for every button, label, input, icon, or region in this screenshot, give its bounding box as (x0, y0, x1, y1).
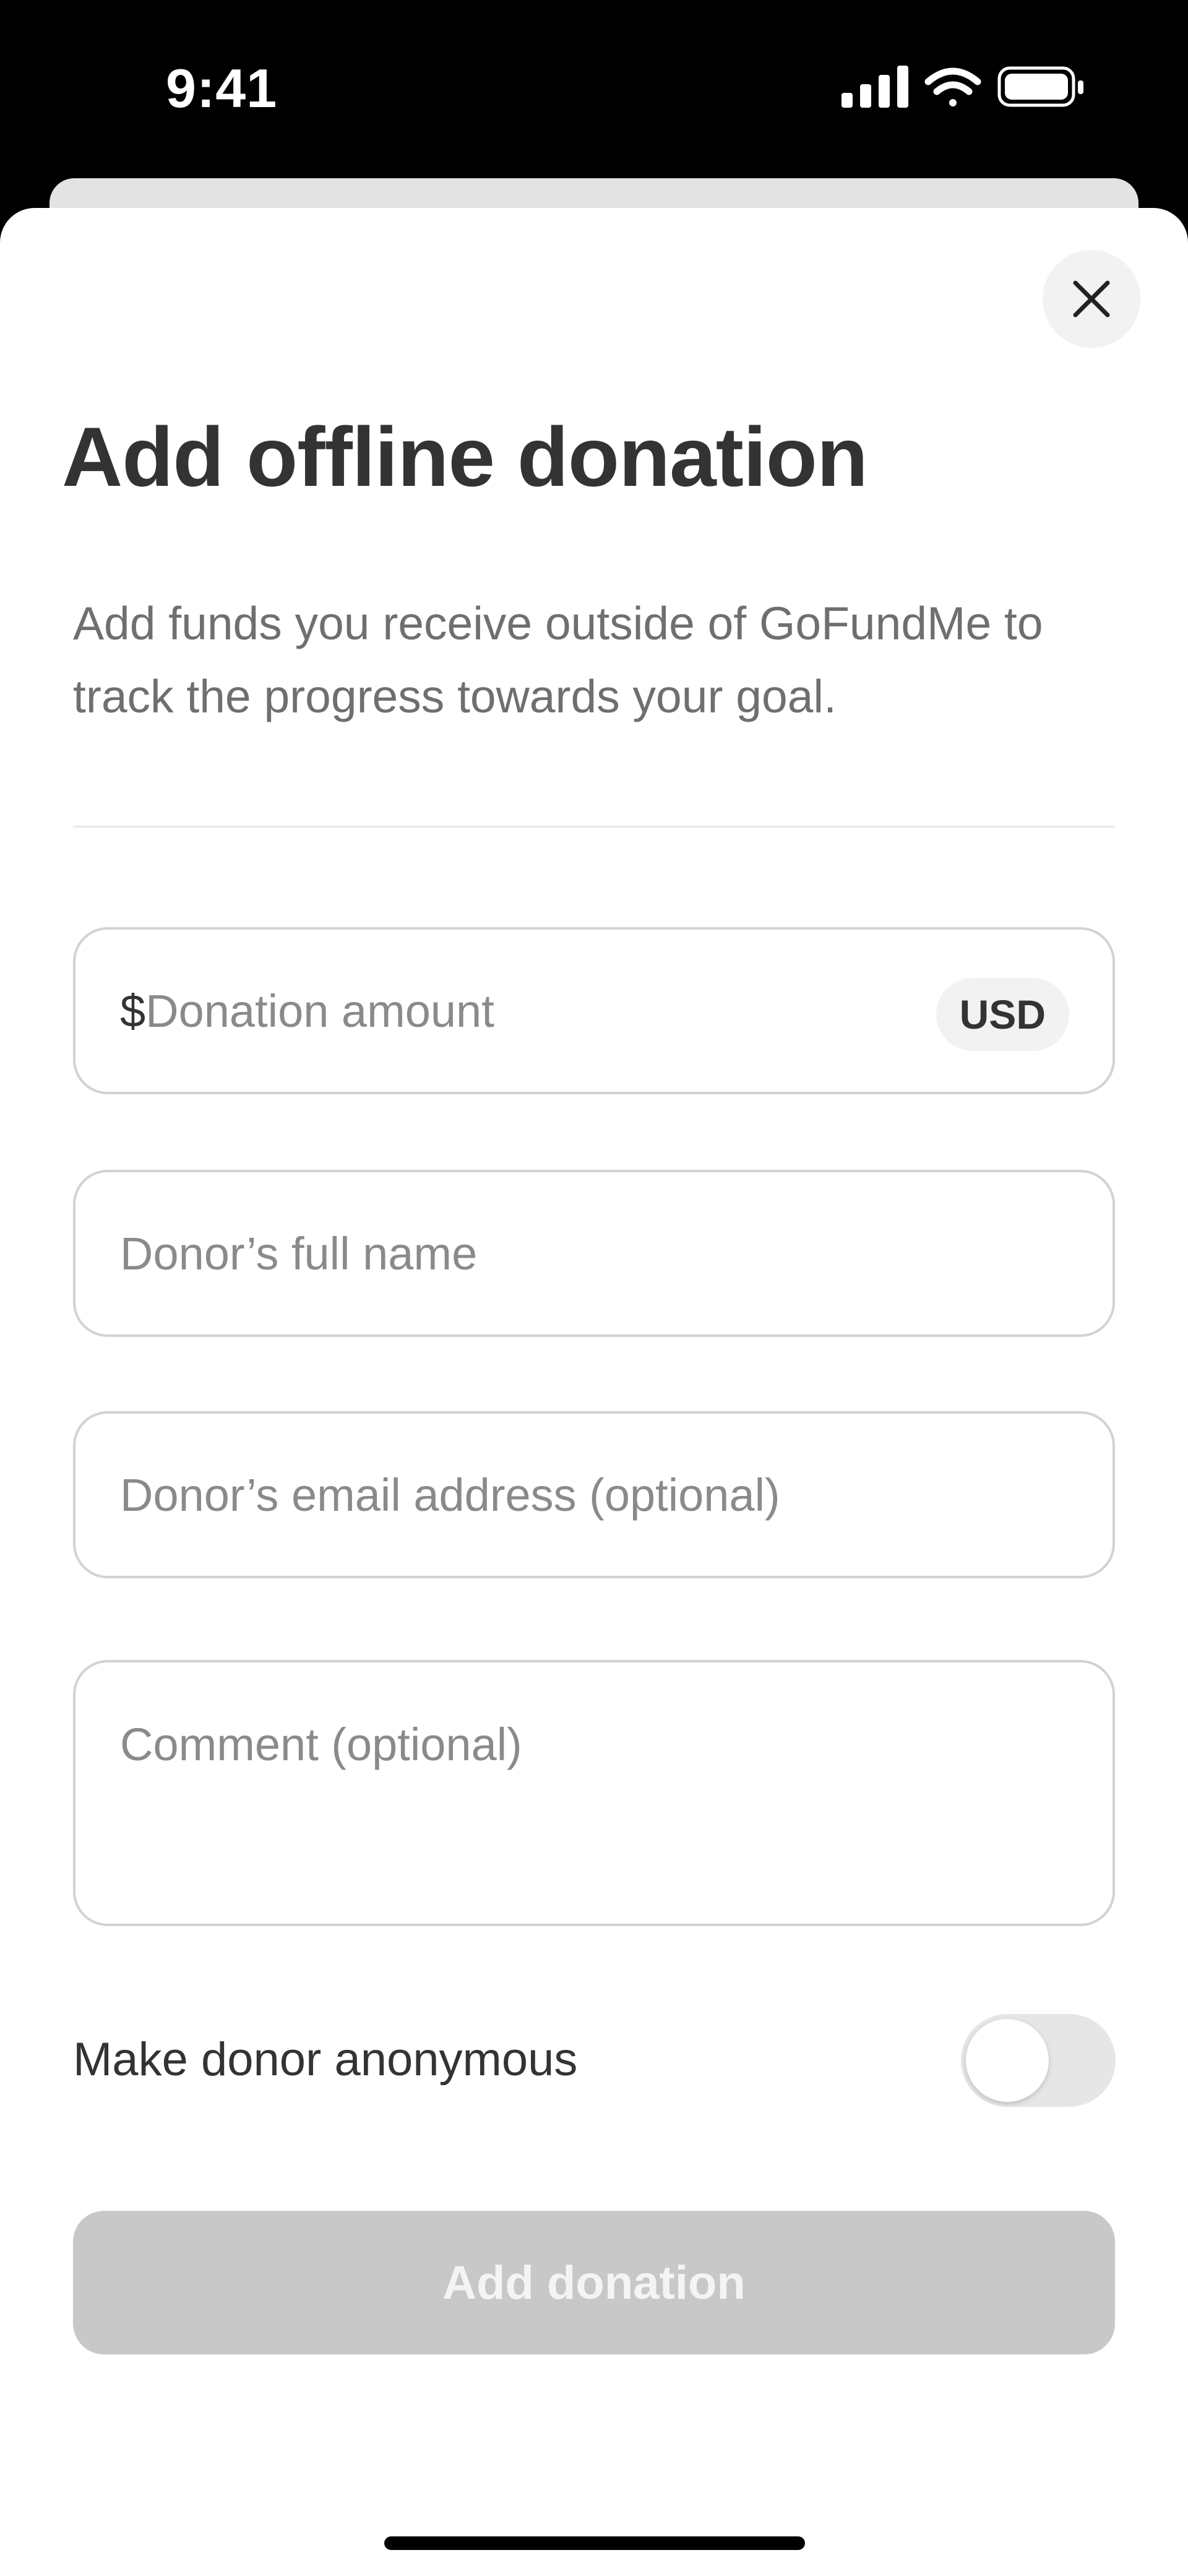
signal-icon (842, 66, 908, 108)
anonymous-label: Make donor anonymous (73, 2033, 578, 2086)
donation-amount-input[interactable]: $ Donation amount USD (73, 927, 1115, 1094)
status-icons (842, 64, 1089, 110)
donor-name-placeholder: Donor’s full name (120, 1227, 478, 1279)
donor-email-input[interactable]: Donor’s email address (optional) (73, 1411, 1115, 1578)
currency-symbol: $ (120, 985, 146, 1037)
divider (73, 826, 1115, 828)
page-subtitle: Add funds you receive outside of GoFundM… (73, 597, 1043, 722)
comment-placeholder: Comment (optional) (120, 1719, 522, 1770)
toggle-knob (966, 2019, 1049, 2102)
status-time: 9:41 (166, 58, 278, 119)
home-indicator (384, 2536, 805, 2550)
anonymous-toggle[interactable] (961, 2014, 1116, 2107)
battery-icon (997, 66, 1083, 107)
status-bar: 9:41 (0, 0, 1188, 179)
wifi-icon (924, 67, 981, 106)
close-button[interactable] (1043, 250, 1140, 348)
add-donation-button[interactable]: Add donation (73, 2211, 1115, 2354)
donor-name-input[interactable]: Donor’s full name (73, 1170, 1115, 1337)
donation-amount-placeholder: Donation amount (145, 985, 494, 1037)
currency-badge: USD (936, 978, 1069, 1051)
close-icon (1073, 280, 1110, 318)
comment-textarea[interactable]: Comment (optional) (73, 1660, 1115, 1926)
donor-email-placeholder: Donor’s email address (optional) (120, 1469, 780, 1521)
page-title: Add offline donation (62, 410, 868, 504)
